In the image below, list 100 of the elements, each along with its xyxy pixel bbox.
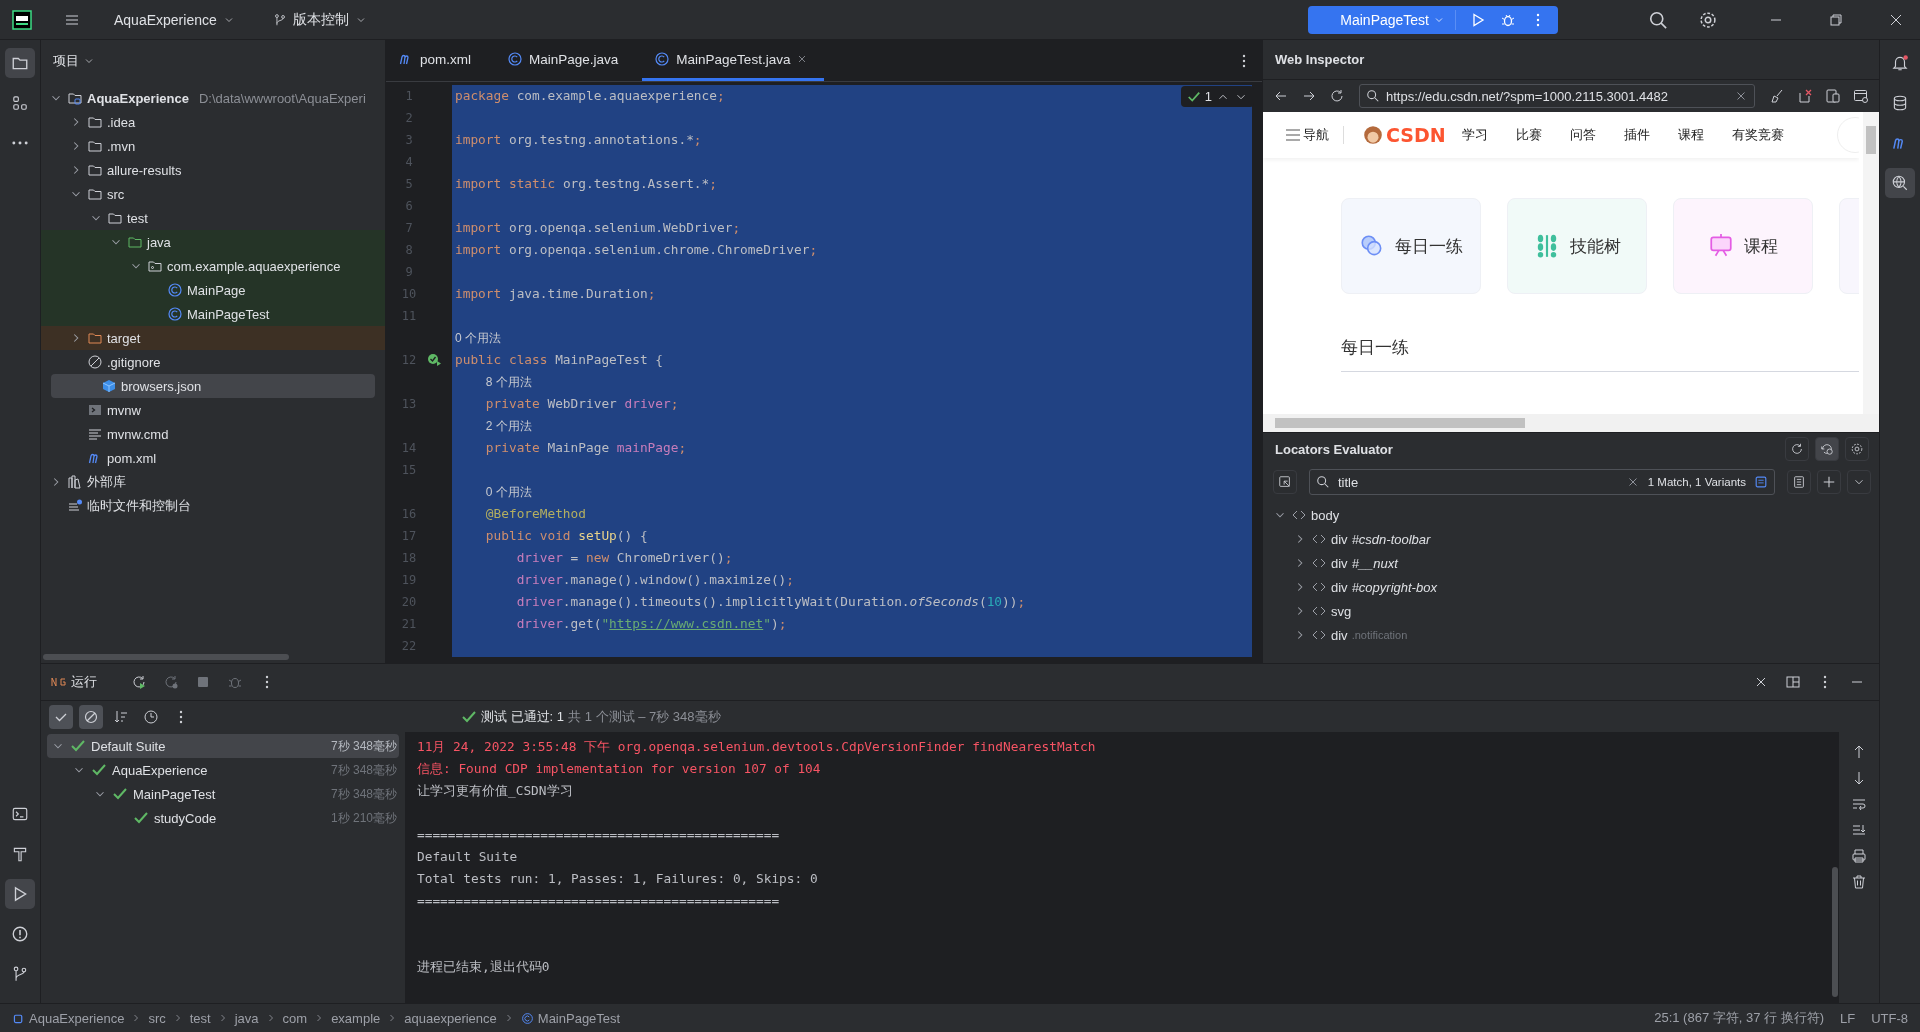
tree-item[interactable]: MainPage	[41, 278, 385, 302]
tree-item[interactable]: test	[41, 206, 385, 230]
shell-icon	[87, 402, 103, 418]
url-field[interactable]: https://edu.csdn.net/?spm=1000.2115.3001.4482	[1359, 84, 1755, 108]
pick-element-icon[interactable]	[1273, 470, 1297, 494]
category-card[interactable]: 技能树	[1507, 198, 1647, 294]
tree-item[interactable]: pom.xml	[41, 446, 385, 470]
site-nav-link[interactable]: 课程	[1677, 126, 1704, 144]
tree-item[interactable]: com.example.aquaexperience	[41, 254, 385, 278]
file-encoding[interactable]: UTF-8	[1871, 1010, 1908, 1026]
site-nav-link[interactable]: 插件	[1623, 126, 1650, 144]
tree-item[interactable]: .gitignore	[41, 350, 385, 374]
dom-node[interactable]: svg	[1331, 603, 1352, 619]
category-card[interactable]: 每日一练	[1341, 198, 1481, 294]
breadcrumb[interactable]: java	[234, 1010, 259, 1026]
show-passed-toggle[interactable]	[49, 704, 73, 729]
tree-item-label: allure-results	[107, 162, 182, 178]
test-tree-item[interactable]: AquaExperience 7秒 348毫秒	[47, 758, 399, 782]
cube-icon	[101, 378, 117, 394]
tree-item-label: MainPageTest	[187, 306, 270, 322]
line-number: 20	[400, 595, 418, 609]
editor-tab[interactable]: MainPageTest.java	[642, 40, 825, 81]
usage-hint[interactable]: 0 个用法	[485, 481, 532, 503]
scrollbar[interactable]	[1263, 414, 1879, 432]
dom-node[interactable]: div	[1331, 555, 1348, 571]
dom-node[interactable]: div	[1331, 531, 1348, 547]
scrollbar[interactable]	[1832, 867, 1838, 997]
dom-node[interactable]: body	[1311, 507, 1340, 523]
breadcrumb[interactable]: MainPageTest	[520, 1010, 621, 1026]
ignore-icon	[87, 354, 103, 370]
cursor-position[interactable]: 25:1 (867 字符, 37 行 换行符)	[1654, 1009, 1824, 1027]
tree-item[interactable]: MainPageTest	[41, 302, 385, 326]
tree-item[interactable]: mvnw	[41, 398, 385, 422]
folder-icon	[127, 234, 143, 250]
database-icon	[1891, 94, 1909, 112]
breadcrumb[interactable]: com	[282, 1010, 308, 1026]
site-nav-link[interactable]: 学习	[1461, 126, 1488, 144]
tree-item[interactable]: mvnw.cmd	[41, 422, 385, 446]
tree-item[interactable]: .idea	[41, 110, 385, 134]
refresh-icon[interactable]	[1785, 437, 1809, 461]
history-icon[interactable]	[1815, 437, 1839, 461]
category-card[interactable]: 课程	[1673, 198, 1813, 294]
settings-icon[interactable]	[1845, 437, 1869, 461]
tree-item[interactable]: src	[41, 182, 385, 206]
section-heading: 每日一练	[1341, 336, 1409, 359]
site-nav-link[interactable]: 比赛	[1515, 126, 1542, 144]
project-selector[interactable]: AquaExperience	[106, 7, 243, 32]
tree-item-label: MainPage	[187, 282, 246, 298]
test-tree-item[interactable]: studyCode 1秒 210毫秒	[47, 806, 399, 830]
editor-tab[interactable]: MainPage.java	[495, 40, 635, 81]
line-separator[interactable]: LF	[1840, 1010, 1856, 1026]
tool-window-button[interactable]	[5, 48, 35, 78]
tree-item[interactable]: 临时文件和控制台	[41, 494, 385, 518]
ignored-icon	[83, 708, 99, 725]
panel-title: Web Inspector	[1275, 52, 1365, 67]
tree-item[interactable]: target	[41, 326, 385, 350]
tree-item[interactable]: allure-results	[41, 158, 385, 182]
usage-hint[interactable]: 0 个用法	[455, 327, 501, 349]
breadcrumb[interactable]: aquaexperience	[404, 1010, 497, 1026]
site-nav-link[interactable]: 问答	[1569, 126, 1596, 144]
console-line: 信息: Found CDP implementation for version 107 of 104	[417, 761, 821, 776]
tree-item-label: java	[147, 234, 171, 250]
breadcrumb[interactable]: src	[148, 1010, 166, 1026]
usage-hint[interactable]: 8 个用法	[485, 371, 532, 393]
breadcrumb[interactable]: test	[189, 1010, 211, 1026]
inspection-widget[interactable]: 1	[1180, 86, 1254, 107]
tree-item[interactable]: AquaExperience D:\data\wwwroot\AquaExperi	[41, 86, 385, 110]
run-test-icon[interactable]	[426, 352, 442, 368]
copy-icon[interactable]	[1787, 470, 1811, 494]
test-tree-item[interactable]: MainPageTest 7秒 348毫秒	[47, 782, 399, 806]
panel-title[interactable]: 项目	[53, 52, 79, 70]
document-icon[interactable]	[1754, 475, 1768, 489]
scrollbar[interactable]	[1863, 112, 1879, 414]
tool-window-button[interactable]	[1885, 168, 1915, 198]
folder-icon	[87, 114, 103, 130]
breadcrumb[interactable]: AquaExperience	[12, 1010, 125, 1026]
tree-item[interactable]: .mvn	[41, 134, 385, 158]
scrollbar[interactable]	[43, 654, 289, 660]
tree-item[interactable]: browsers.json	[51, 374, 375, 398]
test-tree-item[interactable]: Default Suite 7秒 348毫秒	[47, 734, 399, 758]
locator-search-field[interactable]: title 1 Match, 1 Variants	[1309, 469, 1775, 495]
search-icon	[1366, 89, 1380, 103]
site-nav-link[interactable]: 有奖竞赛	[1731, 126, 1784, 144]
run-configuration[interactable]: MainPageTest	[1312, 9, 1456, 30]
logo-icon	[12, 9, 32, 30]
nav-menu[interactable]: 导航	[1285, 126, 1329, 144]
dom-node[interactable]: div	[1331, 579, 1348, 595]
add-icon[interactable]	[1817, 470, 1841, 494]
line-number: 13	[400, 397, 418, 411]
run-tab[interactable]: 运行	[51, 673, 97, 691]
tree-item-label: 临时文件和控制台	[87, 497, 191, 515]
tree-item[interactable]: 外部库	[41, 470, 385, 494]
tree-item[interactable]: java	[41, 230, 385, 254]
editor-tab[interactable]: pom.xml	[386, 40, 487, 81]
vcs-menu[interactable]: 版本控制	[264, 6, 375, 33]
show-ignored-toggle[interactable]	[79, 704, 103, 729]
breadcrumb[interactable]: example	[331, 1010, 381, 1026]
usage-hint[interactable]: 2 个用法	[485, 415, 532, 437]
dom-node[interactable]: div	[1331, 627, 1348, 643]
tool-window-button[interactable]	[5, 879, 35, 909]
